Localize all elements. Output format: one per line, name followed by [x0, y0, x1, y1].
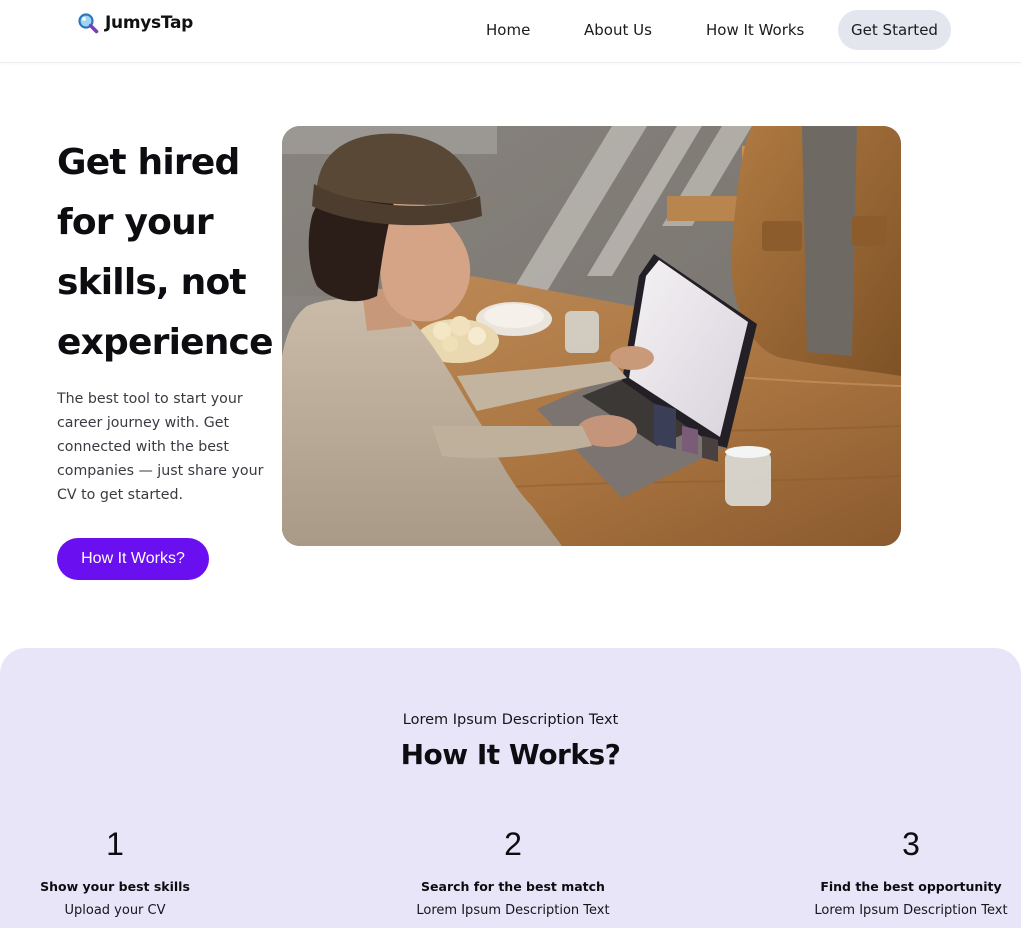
step-title: Search for the best match [421, 879, 605, 894]
hero-description: The best tool to start your career journ… [57, 391, 264, 503]
nav-home[interactable]: Home [486, 21, 530, 39]
step-title: Find the best opportunity [820, 879, 1002, 894]
site-header: JumysTap Home About Us How It Works Get … [0, 0, 1021, 63]
brand-logo[interactable]: JumysTap [77, 12, 193, 34]
how-it-works-button[interactable]: How It Works? [57, 538, 209, 580]
step-number: 1 [106, 826, 124, 862]
step-description: Lorem Ipsum Description Text [416, 903, 610, 918]
step-card: 2 Search for the best match Lorem Ipsum … [393, 824, 633, 920]
step-title: Show your best skills [40, 879, 190, 894]
step-card: 1 Show your best skills Upload your CV [0, 824, 235, 920]
section-eyebrow: Lorem Ipsum Description Text [402, 712, 619, 728]
magnifier-icon [77, 12, 99, 34]
brand-name: JumysTap [105, 13, 193, 33]
step-number: 3 [902, 826, 920, 862]
step-description: Lorem Ipsum Description Text [814, 903, 1008, 918]
how-it-works-section: Lorem Ipsum Description Text How It Work… [0, 648, 1021, 928]
get-started-button[interactable]: Get Started [838, 10, 951, 50]
step-description: Upload your CV [64, 903, 166, 918]
section-title: How It Works? [400, 738, 621, 771]
hero-photo [282, 126, 901, 546]
step-number: 2 [504, 826, 522, 862]
nav-how-it-works[interactable]: How It Works [706, 21, 804, 39]
nav-about-us[interactable]: About Us [584, 21, 652, 39]
step-card: 3 Find the best opportunity Lorem Ipsum … [791, 824, 1021, 920]
hero-title: Get hired for your skills, not experienc… [57, 142, 274, 363]
